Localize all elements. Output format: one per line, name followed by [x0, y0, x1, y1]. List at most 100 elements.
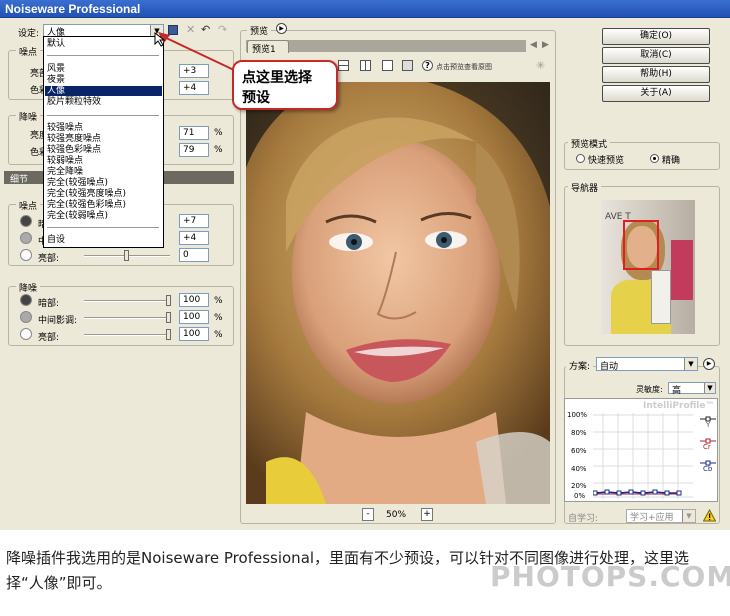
callout-line-2: 预设	[242, 90, 270, 106]
chevron-down-icon[interactable]: ▼	[684, 358, 697, 370]
scheme-select[interactable]: 自动 ▼	[596, 357, 698, 372]
chevron-down-icon[interactable]: ▼	[704, 383, 715, 393]
reduce-unit-luma: %	[214, 128, 223, 138]
preview-hint: 点击预览查看原图	[436, 63, 492, 71]
graph-legend-y: Y	[706, 421, 711, 429]
callout-line-1: 点这里选择	[242, 70, 312, 86]
reduce-unit-color: %	[214, 145, 223, 155]
graph-legend-cr: Cr	[703, 443, 711, 451]
scheme-value: 自动	[600, 362, 619, 372]
dd-item-full-strong[interactable]: 完全(较强噪点)	[45, 178, 162, 188]
dr-slider-track-mid[interactable]	[84, 317, 170, 319]
sensitivity-value: 高	[672, 386, 682, 396]
dr-slider-thumb-shadows[interactable]	[166, 295, 171, 306]
dr-slider-thumb-highlights[interactable]	[166, 329, 171, 340]
dr-label-highlights: 亮部:	[38, 333, 60, 343]
graph-plot	[593, 413, 693, 499]
ok-button[interactable]: 确定(O)	[602, 28, 710, 45]
detail-value-mid[interactable]: +4	[179, 231, 209, 245]
preset-dropdown-list[interactable]: 默认 风景 夜景 人像 胶片颗粒特效 较强噪点 较强亮度噪点 较强色彩噪点 较弱…	[43, 36, 164, 248]
learn-select[interactable]: 学习+应用 ▼	[626, 509, 696, 523]
dd-item-default[interactable]: 默认	[45, 39, 162, 49]
dd-separator	[47, 55, 159, 56]
preview-menu-icon[interactable]: ▶	[276, 23, 287, 34]
reduce-value-color[interactable]: 79	[179, 143, 209, 157]
dd-item-full-strong-luma[interactable]: 完全(较强亮度噪点)	[45, 189, 162, 199]
dd-item-full-denoise[interactable]: 完全降噪	[45, 167, 162, 177]
noise-profile-graph: IntelliProfile™ 100% 80% 60% 40% 20% 0%	[564, 398, 718, 502]
preview-image[interactable]	[246, 82, 550, 504]
dd-item-weak-noise[interactable]: 较弱噪点	[45, 156, 162, 166]
graph-tick-80: 80%	[571, 429, 587, 437]
about-button[interactable]: 关于(A)	[602, 85, 710, 102]
mode-accurate-radio[interactable]	[650, 154, 659, 163]
dd-item-portrait[interactable]: 人像	[45, 86, 162, 96]
graph-legend-cb: Cb	[703, 465, 713, 473]
chevron-down-icon[interactable]: ▼	[682, 510, 695, 522]
noiseware-window: Noiseware Professional 设定: 人像 ▼ ✕ ↶ ↷ 噪点…	[0, 0, 730, 530]
dd-item-strong-luma-noise[interactable]: 较强亮度噪点	[45, 134, 162, 144]
dr-slider-thumb-mid[interactable]	[166, 312, 171, 323]
dd-separator	[47, 227, 159, 228]
snapshot-icon[interactable]	[402, 60, 413, 71]
detail-value-shadows[interactable]: +7	[179, 214, 209, 228]
tab-scroll-left-icon[interactable]: ◀	[530, 40, 537, 50]
warning-icon[interactable]	[703, 509, 716, 522]
preview-tab-label: 预览1	[252, 45, 276, 55]
help-button[interactable]: 帮助(H)	[602, 66, 710, 83]
sensitivity-select[interactable]: 高 ▼	[668, 382, 716, 396]
dd-separator	[47, 115, 159, 116]
dr-label-mid: 中间影调:	[38, 316, 78, 326]
detail-reduce-legend: 降噪	[16, 281, 41, 294]
nav-backdrop-red	[671, 240, 693, 300]
dd-item-strong-color-noise[interactable]: 较强色彩噪点	[45, 145, 162, 155]
scheme-label: 方案:	[566, 359, 594, 372]
dd-item-night[interactable]: 夜景	[45, 75, 162, 85]
dd-item-strong-noise[interactable]: 较强噪点	[45, 123, 162, 133]
split-vertical-icon[interactable]	[360, 60, 371, 71]
dd-item-full-strong-color[interactable]: 完全(较强色彩噪点)	[45, 200, 162, 210]
window-title: Noiseware Professional	[5, 2, 141, 16]
dd-item-full-weak[interactable]: 完全(较弱噪点)	[45, 211, 162, 221]
dr-unit-shadows: %	[214, 296, 223, 306]
highlight-slider-thumb[interactable]	[124, 250, 129, 261]
portrait-photo	[246, 82, 550, 504]
dr-slider-track-shadows[interactable]	[84, 300, 170, 302]
preview-label: 预览	[247, 24, 272, 37]
compare-icon[interactable]	[382, 60, 393, 71]
nav-view-rect[interactable]	[623, 220, 659, 270]
help-question-icon[interactable]: ?	[422, 60, 433, 71]
midtone-swatch-icon	[20, 232, 32, 244]
dd-item-landscape[interactable]: 风景	[45, 64, 162, 74]
dr-slider-track-highlights[interactable]	[84, 334, 170, 336]
reduce-value-luma[interactable]: 71	[179, 126, 209, 140]
dr-value-highlights[interactable]: 100	[179, 327, 209, 341]
highlight-swatch-icon	[20, 249, 32, 261]
graph-tick-0: 0%	[574, 492, 586, 500]
navigator-legend: 导航器	[568, 181, 602, 194]
watermark: PHOTOPS.COM	[490, 560, 730, 593]
setting-label: 设定:	[18, 29, 40, 39]
dr-unit-mid: %	[214, 313, 223, 323]
zoom-in-button[interactable]: +	[421, 508, 433, 521]
nav-bottle	[651, 270, 671, 324]
reduce-highlight-swatch-icon	[20, 328, 32, 340]
graph-brand: IntelliProfile™	[643, 401, 715, 411]
zoom-out-button[interactable]: -	[362, 508, 374, 521]
preview-tab-1[interactable]: 预览1	[247, 40, 289, 55]
level-value-color[interactable]: +4	[179, 81, 209, 95]
cancel-button[interactable]: 取消(C)	[602, 47, 710, 64]
dr-value-shadows[interactable]: 100	[179, 293, 209, 307]
split-horizontal-icon[interactable]	[338, 60, 349, 71]
dr-value-mid[interactable]: 100	[179, 310, 209, 324]
dd-item-custom[interactable]: 自设	[45, 235, 162, 245]
graph-tick-100: 100%	[567, 411, 588, 419]
detail-value-highlights[interactable]: 0	[179, 248, 209, 262]
navigator-thumbnail[interactable]: AVE T	[601, 200, 695, 334]
shadow-swatch-icon	[20, 215, 32, 227]
tab-scroll-right-icon[interactable]: ▶	[542, 40, 549, 50]
mode-fast-radio[interactable]	[576, 154, 585, 163]
learn-label: 自学习:	[568, 514, 599, 524]
dd-item-film-grain[interactable]: 胶片颗粒特效	[45, 97, 162, 107]
scheme-menu-icon[interactable]: ▶	[703, 358, 715, 370]
